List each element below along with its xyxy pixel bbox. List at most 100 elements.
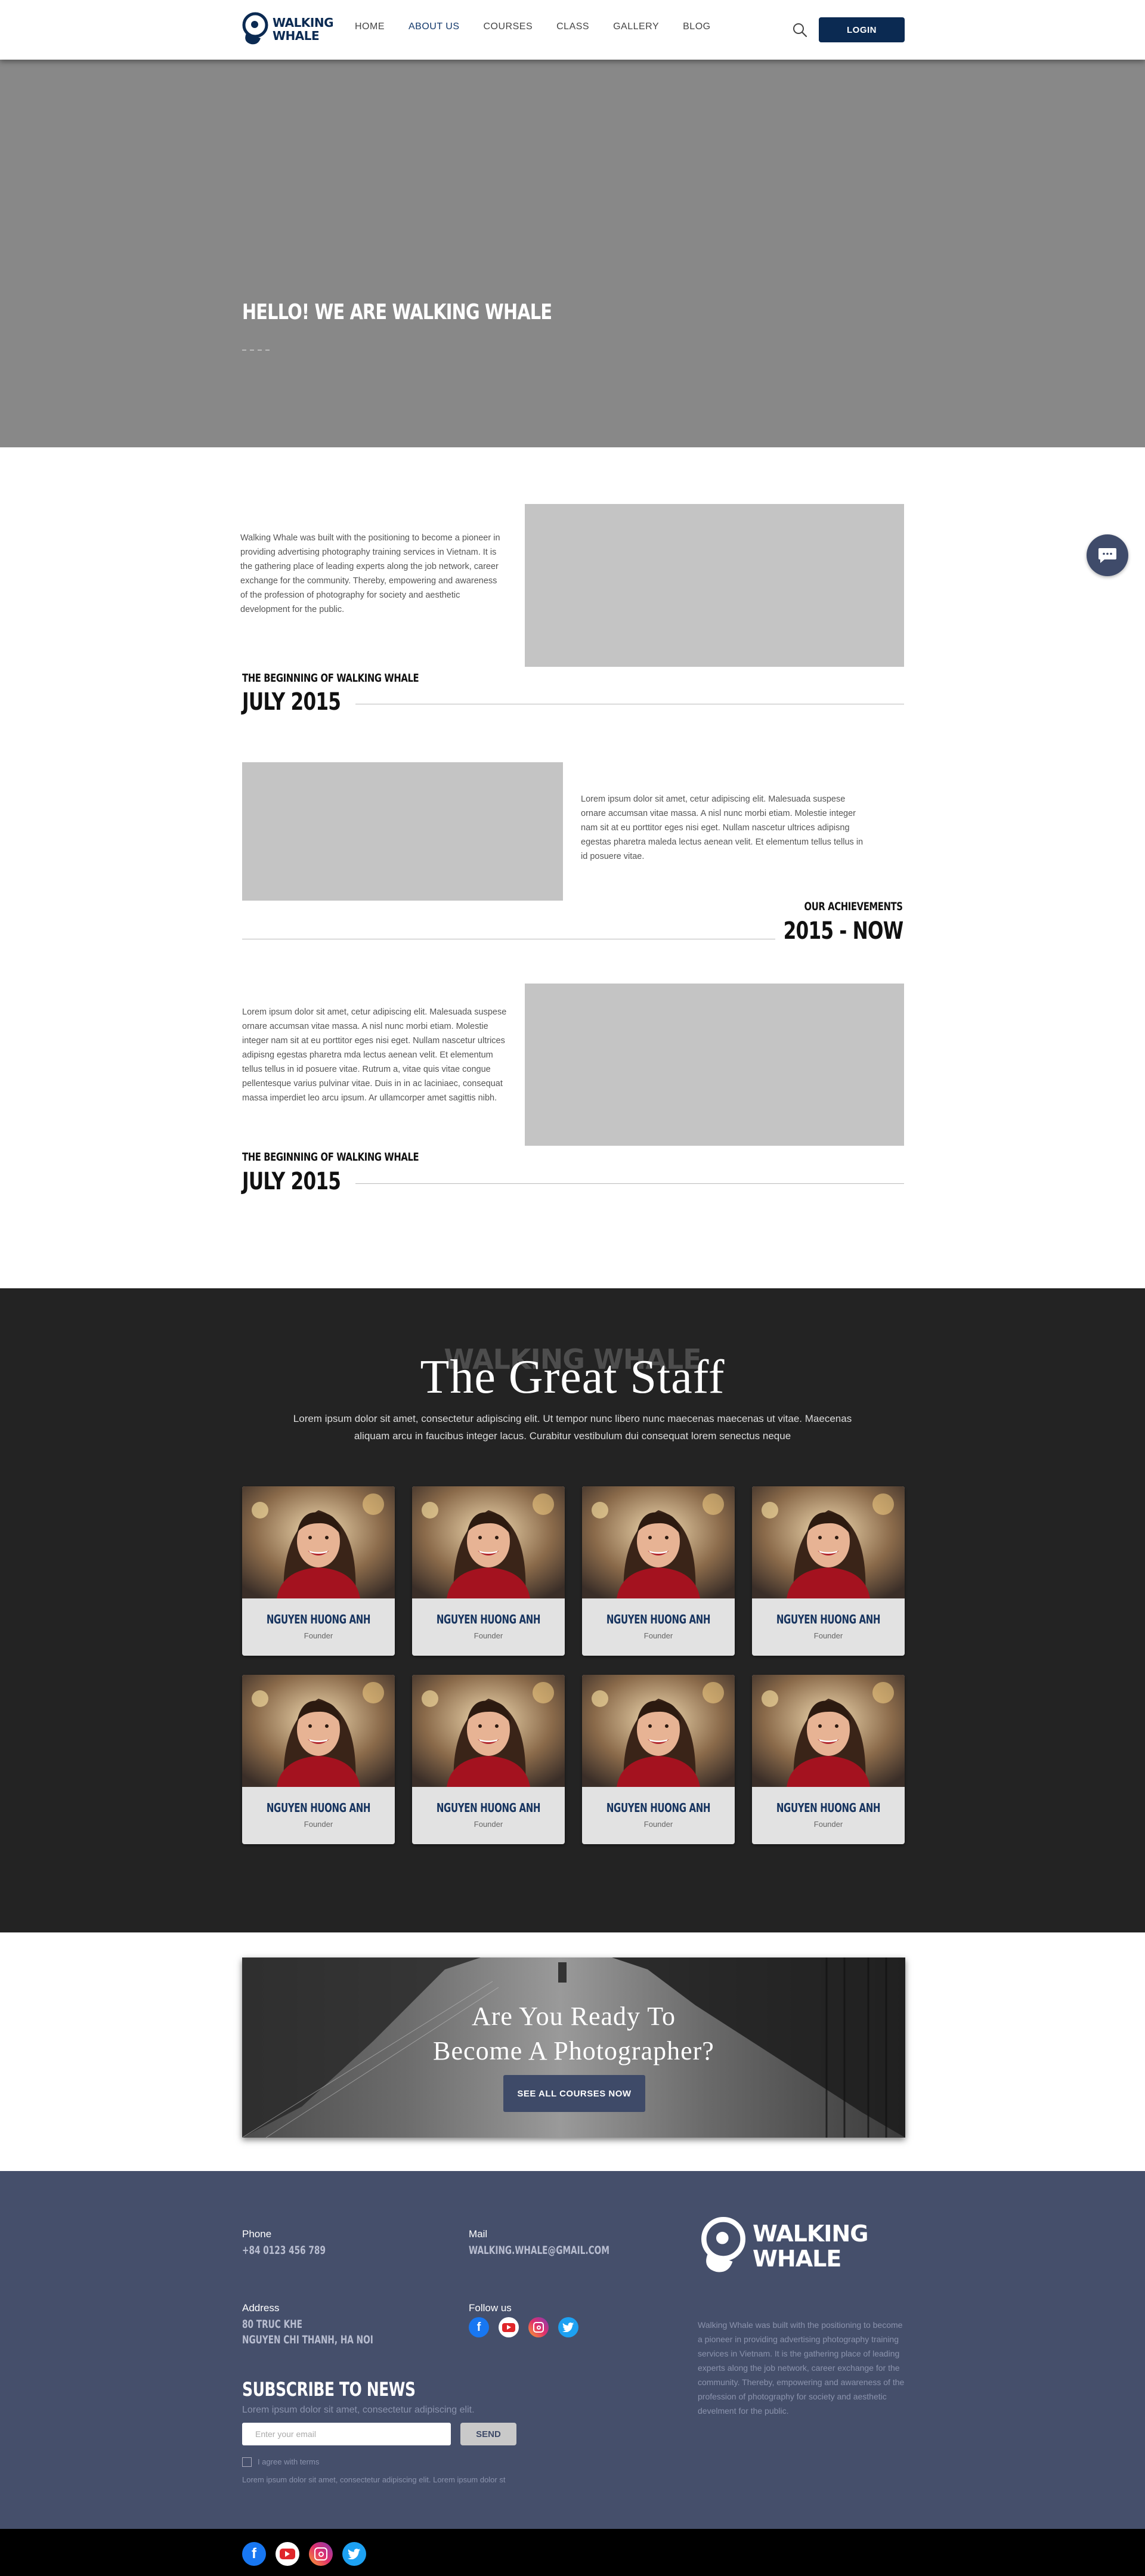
- staff-card[interactable]: NGUYEN HUONG ANH Founder: [752, 1486, 905, 1656]
- nav-blog[interactable]: BLOG: [683, 21, 710, 32]
- phone-value[interactable]: +84 0123 456 789: [242, 2243, 326, 2258]
- staff-card[interactable]: NGUYEN HUONG ANH Founder: [412, 1486, 565, 1656]
- staff-role: Founder: [474, 1820, 503, 1829]
- instagram-icon[interactable]: [528, 2317, 549, 2337]
- twitter-icon[interactable]: [342, 2542, 366, 2566]
- staff-card[interactable]: NGUYEN HUONG ANH Founder: [582, 1486, 735, 1656]
- staff-photo: [242, 1486, 395, 1598]
- bottom-social-links: f: [242, 2542, 366, 2566]
- youtube-icon[interactable]: [499, 2317, 519, 2337]
- staff-name: NGUYEN HUONG ANH: [606, 1801, 711, 1815]
- staff-description: Lorem ipsum dolor sit amet, consectetur …: [293, 1413, 852, 1442]
- nav-home[interactable]: HOME: [355, 21, 385, 32]
- chat-bubble-icon: [1098, 548, 1116, 563]
- staff-name: NGUYEN HUONG ANH: [776, 1612, 881, 1626]
- nav-class[interactable]: CLASS: [556, 21, 589, 32]
- search-icon[interactable]: [791, 21, 808, 38]
- cta-title-line-1: Are You Ready To: [471, 2002, 676, 2031]
- staff-role: Founder: [813, 1820, 843, 1829]
- cta-banner: Are You Ready To Become A Photographer? …: [242, 1957, 905, 2138]
- footer-about-text: Walking Whale was built with the positio…: [698, 2320, 905, 2416]
- staff-role: Founder: [304, 1820, 333, 1829]
- logo[interactable]: WALKING WHALE: [240, 10, 333, 49]
- timeline-year-1: JULY 2015: [242, 688, 341, 716]
- timeline-label-3: THE BEGINNING OF WALKING WHALE: [242, 1151, 419, 1164]
- agree-terms-label: I agree with terms: [258, 2457, 320, 2466]
- staff-role: Founder: [643, 1631, 673, 1640]
- follow-us-label: Follow us: [469, 2302, 512, 2314]
- facebook-icon[interactable]: f: [242, 2542, 266, 2566]
- nav-courses[interactable]: COURSES: [484, 21, 533, 32]
- staff-photo: [582, 1486, 735, 1598]
- see-all-courses-button[interactable]: SEE ALL COURSES NOW: [503, 2075, 645, 2112]
- phone-label: Phone: [242, 2228, 272, 2240]
- send-button[interactable]: SEND: [460, 2423, 516, 2445]
- logo-line-2: WHALE: [273, 29, 320, 43]
- subscribe-description: Lorem ipsum dolor sit amet, consectetur …: [242, 2405, 475, 2415]
- staff-card[interactable]: NGUYEN HUONG ANH Founder: [752, 1675, 905, 1844]
- about-section: Walking Whale was built with the positio…: [0, 447, 1145, 1288]
- staff-photo: [582, 1675, 735, 1787]
- slider-dot[interactable]: [265, 350, 270, 351]
- staff-section: WALKING WHALE The Great Staff Lorem ipsu…: [0, 1288, 1145, 1932]
- staff-role: Founder: [304, 1631, 333, 1640]
- email-input[interactable]: [242, 2423, 451, 2445]
- staff-photo: [412, 1675, 565, 1787]
- about-intro-text: Walking Whale was built with the positio…: [240, 533, 500, 614]
- staff-name: NGUYEN HUONG ANH: [266, 1801, 371, 1815]
- twitter-icon[interactable]: [558, 2317, 578, 2337]
- nav-gallery[interactable]: GALLERY: [613, 21, 659, 32]
- agree-terms-checkbox[interactable]: [242, 2457, 252, 2467]
- staff-photo: [752, 1675, 905, 1787]
- footer-social-links: f: [469, 2317, 578, 2337]
- facebook-icon[interactable]: f: [469, 2317, 489, 2337]
- staff-photo: [242, 1675, 395, 1787]
- hero-title: HELLO! WE ARE WALKING WHALE: [242, 300, 552, 324]
- footer-logo-line-1: WALKING: [753, 2221, 868, 2247]
- nav-about-us[interactable]: ABOUT US: [409, 21, 460, 32]
- logo-line-1: WALKING: [273, 16, 333, 30]
- hero-banner: HELLO! WE ARE WALKING WHALE: [0, 60, 1145, 447]
- slider-dot[interactable]: [242, 350, 246, 351]
- staff-title: The Great Staff: [420, 1351, 725, 1403]
- instagram-icon[interactable]: [309, 2542, 333, 2566]
- staff-card[interactable]: NGUYEN HUONG ANH Founder: [242, 1675, 395, 1844]
- timeline-year-3: JULY 2015: [242, 1168, 341, 1195]
- staff-name: NGUYEN HUONG ANH: [776, 1801, 881, 1815]
- address-line-2: NGUYEN CHI THANH, HA NOI: [242, 2333, 373, 2346]
- site-footer: Phone +84 0123 456 789 Mail WALKING.WHAL…: [0, 2171, 1145, 2529]
- main-nav: HOME ABOUT US COURSES CLASS GALLERY BLOG: [355, 21, 735, 32]
- staff-name: NGUYEN HUONG ANH: [266, 1612, 371, 1626]
- staff-card[interactable]: NGUYEN HUONG ANH Founder: [242, 1486, 395, 1656]
- site-header: WALKING WHALE HOME ABOUT US COURSES CLAS…: [0, 0, 1145, 60]
- subscribe-note: Lorem ipsum dolor sit amet, consectetur …: [242, 2475, 506, 2484]
- whale-logo-icon: [701, 2216, 745, 2272]
- staff-role: Founder: [813, 1631, 843, 1640]
- staff-name: NGUYEN HUONG ANH: [606, 1612, 711, 1626]
- staff-role: Founder: [474, 1631, 503, 1640]
- staff-role: Founder: [643, 1820, 673, 1829]
- mail-value[interactable]: WALKING.WHALE@GMAIL.COM: [469, 2243, 609, 2258]
- staff-card[interactable]: NGUYEN HUONG ANH Founder: [582, 1675, 735, 1844]
- about-text-2: Lorem ipsum dolor sit amet, cetur adipis…: [581, 794, 864, 861]
- staff-card[interactable]: NGUYEN HUONG ANH Founder: [412, 1675, 565, 1844]
- chat-button[interactable]: [1087, 534, 1128, 576]
- address-line-1: 80 TRUC KHE: [242, 2318, 302, 2331]
- timeline-label-1: THE BEGINNING OF WALKING WHALE: [242, 672, 419, 685]
- about-image-3: [525, 984, 904, 1146]
- whale-logo-icon: [242, 12, 268, 45]
- staff-name: NGUYEN HUONG ANH: [436, 1612, 541, 1626]
- staff-photo: [412, 1486, 565, 1598]
- slider-dot[interactable]: [250, 350, 254, 351]
- hero-slider-dots[interactable]: [242, 350, 270, 351]
- bottom-bar: f: [0, 2529, 1145, 2576]
- timeline-label-2: OUR ACHIEVEMENTS: [804, 900, 903, 913]
- about-image-1: [525, 504, 904, 667]
- about-text-3: Lorem ipsum dolor sit amet, cetur adipis…: [242, 1007, 507, 1103]
- staff-photo: [752, 1486, 905, 1598]
- youtube-icon[interactable]: [276, 2542, 299, 2566]
- staff-name: NGUYEN HUONG ANH: [436, 1801, 541, 1815]
- slider-dot[interactable]: [258, 350, 262, 351]
- login-button[interactable]: LOGIN: [819, 17, 905, 42]
- footer-logo[interactable]: WALKING WHALE: [698, 2216, 868, 2276]
